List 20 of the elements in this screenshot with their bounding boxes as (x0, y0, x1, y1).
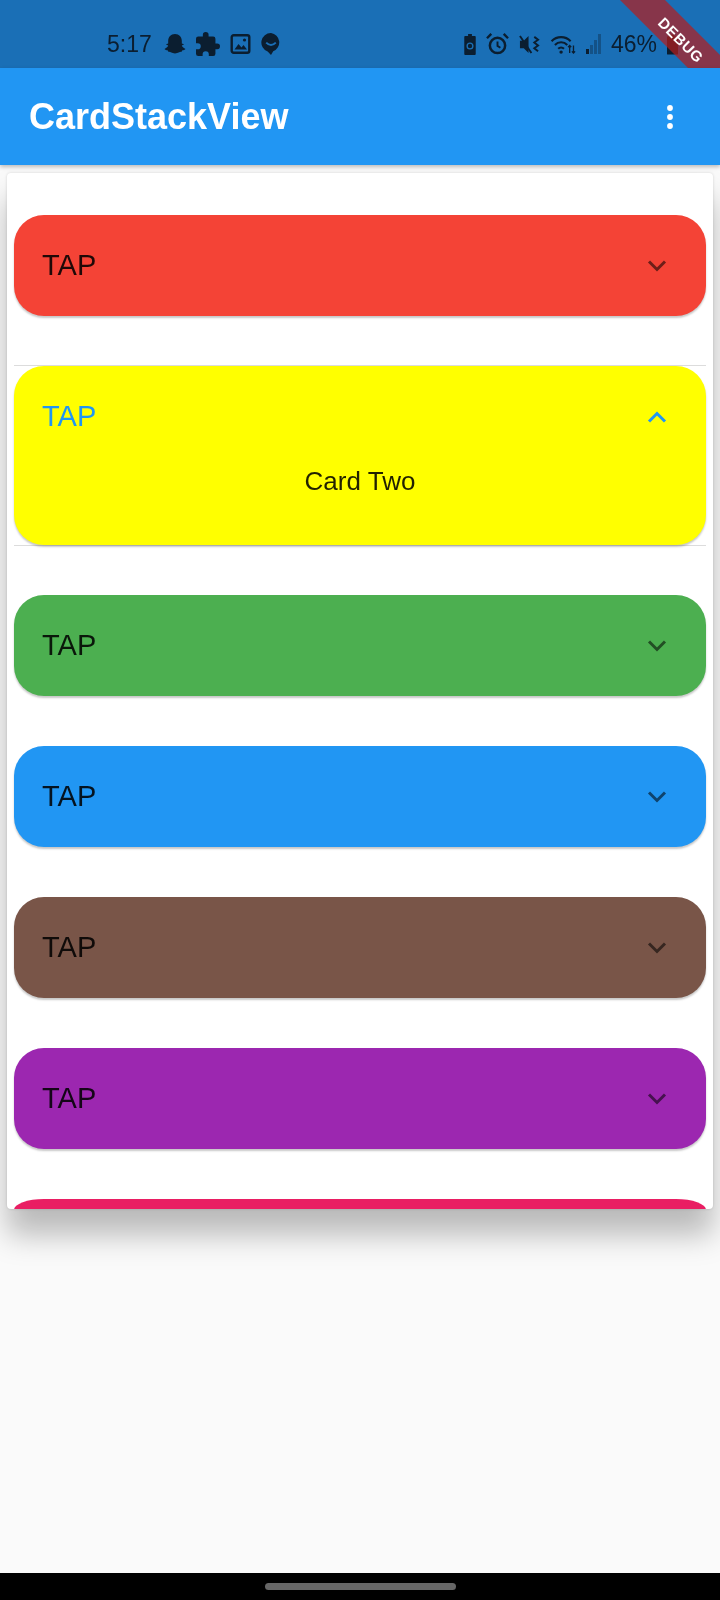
battery-saver-icon (463, 33, 476, 55)
more-options-icon[interactable] (667, 104, 673, 129)
card-toggle-header[interactable]: TAP (14, 215, 706, 316)
card-toggle-header[interactable]: TAP (14, 897, 706, 998)
home-gesture-handle[interactable] (264, 1583, 456, 1590)
app-title: CardStackView (29, 95, 289, 138)
smiley-bubble-icon (260, 33, 281, 55)
ghost-icon (163, 33, 186, 55)
card-toggle-header[interactable]: TAP (14, 1048, 706, 1149)
image-icon (229, 34, 251, 54)
card-toggle-header[interactable]: TAP (14, 366, 706, 467)
wifi-icon (549, 34, 576, 54)
alarm-clock-icon (485, 33, 509, 55)
puzzle-piece-icon (195, 32, 220, 56)
signal-icon (585, 34, 601, 54)
card-toggle-header[interactable]: TAP (14, 746, 706, 847)
muted-speaker-icon (518, 33, 540, 55)
card-toggle-header[interactable]: TAP (14, 595, 706, 696)
card-content-text: Card Two (304, 467, 416, 495)
status-time: 5:17 (107, 31, 152, 57)
